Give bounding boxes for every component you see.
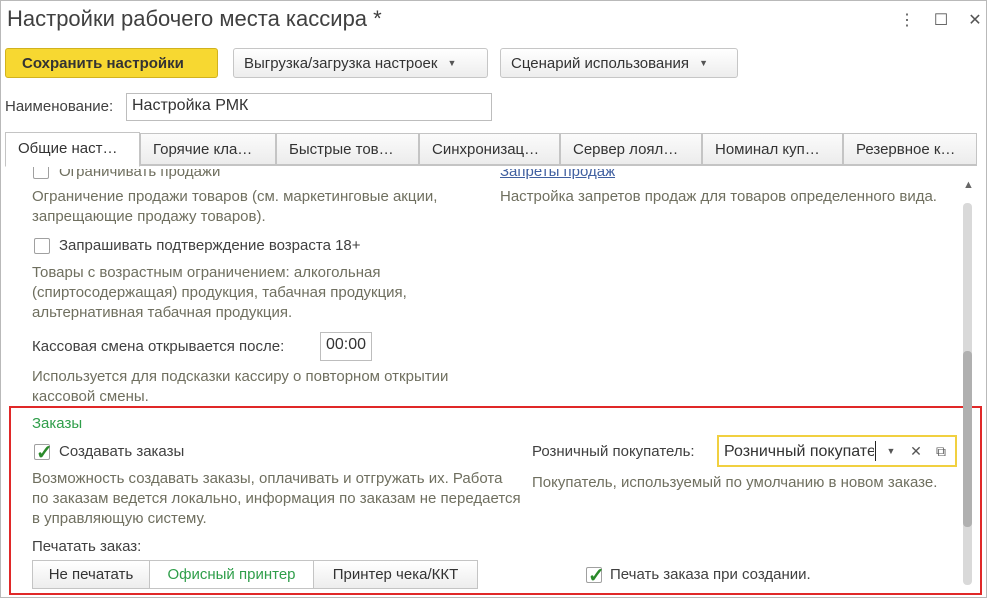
dropdown-arrow-icon[interactable]: ▼ [879, 439, 903, 463]
tab-quick-goods[interactable]: Быстрые тов… [276, 133, 419, 165]
dropdown-caret-icon: ▼ [447, 58, 457, 68]
retail-buyer-field[interactable]: Розничный покупатель ▼ ✕ ⧉ [717, 435, 957, 467]
usage-scenario-label: Сценарий использования [511, 54, 690, 72]
sale-restriction-description: Ограничение продажи товаров (см. маркети… [32, 188, 438, 225]
tab-hotkeys[interactable]: Горячие кла… [140, 133, 276, 165]
print-on-create-label: Печать заказа при создании. [610, 566, 811, 583]
usage-scenario-button[interactable]: Сценарий использования ▼ [500, 48, 738, 78]
dropdown-caret-icon: ▼ [699, 58, 708, 68]
retail-buyer-label: Розничный покупатель: [532, 443, 695, 460]
print-option-receipt-printer[interactable]: Принтер чека/ККТ [313, 560, 478, 589]
age-confirm-checkbox[interactable] [34, 238, 50, 254]
print-on-create-checkbox[interactable]: ✓ [586, 565, 605, 587]
tab-coupon-denomination[interactable]: Номинал куп… [702, 133, 843, 165]
print-order-label: Печатать заказ: [32, 538, 142, 555]
shift-label: Кассовая смена открывается после: [32, 338, 285, 355]
print-option-office-printer[interactable]: Офисный принтер [149, 560, 314, 589]
create-orders-label: Создавать заказы [59, 443, 185, 460]
shift-description: Используется для подсказки кассиру о пов… [32, 368, 449, 405]
sale-bans-description: Настройка запретов продаж для товаров оп… [500, 188, 937, 205]
create-orders-checkbox[interactable]: ✓ [34, 442, 53, 464]
checkmark-icon: ✓ [36, 442, 53, 464]
close-icon[interactable]: ✕ [964, 9, 986, 31]
text-cursor [875, 441, 876, 461]
retail-buyer-value: Розничный покупатель [724, 443, 874, 460]
export-import-label: Выгрузка/загрузка настроек [244, 54, 438, 72]
tab-general[interactable]: Общие наст… [5, 132, 140, 167]
create-orders-description: Возможность создавать заказы, оплачивать… [32, 470, 521, 527]
save-settings-label: Сохранить настройки [22, 54, 184, 72]
name-input[interactable]: Настройка РМК [126, 93, 492, 121]
tab-backup[interactable]: Резервное к… [843, 133, 977, 165]
age-description: Товары с возрастным ограничением: алкого… [32, 264, 407, 321]
tab-bar: Общие наст… Горячие кла… Быстрые тов… Си… [5, 132, 977, 167]
scroll-up-icon[interactable]: ▲ [963, 179, 974, 191]
print-option-none[interactable]: Не печатать [32, 560, 150, 589]
shift-time-input[interactable]: 00:00 [320, 332, 372, 361]
save-settings-button[interactable]: Сохранить настройки [5, 48, 218, 78]
open-form-icon[interactable]: ⧉ [929, 439, 953, 463]
clear-icon[interactable]: ✕ [904, 439, 928, 463]
more-options-icon[interactable]: ⋮ [896, 9, 918, 31]
name-label: Наименование: [5, 98, 114, 115]
settings-window: Настройки рабочего места кассира * ⋮ ☐ ✕… [0, 0, 987, 598]
age-confirm-label: Запрашивать подтверждение возраста 18+ [59, 237, 361, 254]
export-import-button[interactable]: Выгрузка/загрузка настроек ▼ [233, 48, 488, 78]
scrollbar-thumb[interactable] [963, 351, 972, 527]
checkmark-icon: ✓ [588, 565, 605, 587]
tab-loyalty-server[interactable]: Сервер лоял… [560, 133, 702, 165]
maximize-icon[interactable]: ☐ [930, 9, 952, 31]
retail-buyer-description: Покупатель, используемый по умолчанию в … [532, 474, 938, 491]
tab-sync[interactable]: Синхронизац… [419, 133, 560, 165]
window-title: Настройки рабочего места кассира * [7, 6, 382, 31]
orders-section-title: Заказы [32, 415, 83, 432]
